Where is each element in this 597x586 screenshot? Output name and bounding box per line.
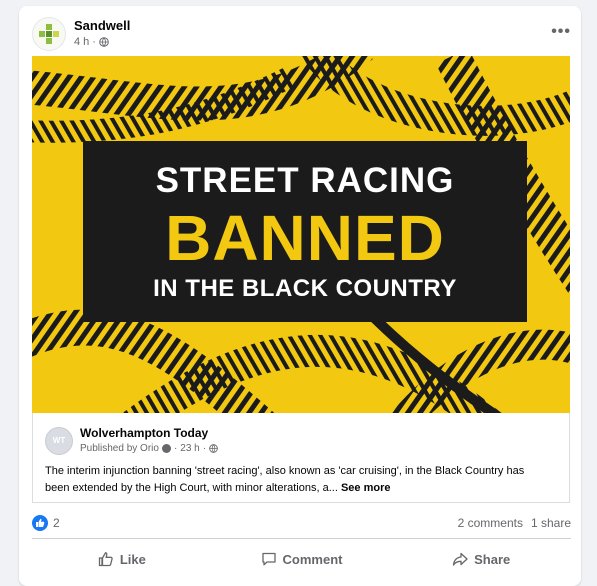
like-label: Like xyxy=(119,551,146,567)
share-button[interactable]: Share xyxy=(391,544,571,574)
share-label: Share xyxy=(474,551,511,567)
sandwell-logo-icon xyxy=(39,24,59,44)
published-by: Published by Orio xyxy=(80,443,159,454)
stats-right: 2 comments 1 share xyxy=(458,516,571,530)
share-icon xyxy=(452,552,468,566)
source-avatar[interactable]: WT xyxy=(45,427,73,455)
headline-line-1: STREET RACING xyxy=(155,161,455,200)
action-bar: Like Comment Share xyxy=(32,544,571,574)
like-button[interactable]: Like xyxy=(32,544,212,574)
like-reaction-icon[interactable] xyxy=(32,515,48,531)
meta-separator: · xyxy=(202,443,207,454)
see-more-link[interactable]: See more xyxy=(341,482,391,494)
source-meta: Published by Orio · 23 h · xyxy=(80,443,218,454)
shared-link-card[interactable]: WT Wolverhampton Today Published by Orio… xyxy=(32,413,570,503)
info-icon xyxy=(161,444,171,453)
headline-line-3: IN THE BLACK COUNTRY xyxy=(153,275,457,302)
link-description: The interim injunction banning 'street r… xyxy=(45,463,545,497)
post-header: Sandwell 4 h · ••• xyxy=(32,17,571,57)
globe-icon xyxy=(209,444,218,453)
meta-separator: · xyxy=(92,36,96,48)
source-name[interactable]: Wolverhampton Today xyxy=(80,426,208,440)
headline-line-2: BANNED xyxy=(165,202,445,274)
post-image[interactable]: STREET RACING BANNED IN THE BLACK COUNTR… xyxy=(32,56,570,413)
page-name[interactable]: Sandwell xyxy=(74,18,130,33)
comment-label: Comment xyxy=(282,551,343,567)
post-time[interactable]: 4 h xyxy=(74,36,89,48)
engagement-stats: 2 2 comments 1 share xyxy=(32,514,571,532)
meta-separator: · xyxy=(173,443,178,454)
globe-icon xyxy=(99,37,109,47)
comment-button[interactable]: Comment xyxy=(212,544,392,574)
actions-divider xyxy=(32,538,571,539)
comment-icon xyxy=(261,552,276,566)
page-avatar[interactable] xyxy=(32,17,66,51)
comments-count[interactable]: 2 comments xyxy=(458,516,523,530)
reaction-count[interactable]: 2 xyxy=(53,516,60,530)
shares-count[interactable]: 1 share xyxy=(531,516,571,530)
link-text: The interim injunction banning 'street r… xyxy=(45,465,525,494)
more-options-icon[interactable]: ••• xyxy=(551,23,571,41)
thumbs-up-icon xyxy=(98,552,113,567)
thumbs-up-icon xyxy=(36,518,45,527)
source-time[interactable]: 23 h xyxy=(180,443,199,454)
post-meta: 4 h · xyxy=(74,36,109,48)
post-card: Sandwell 4 h · ••• STREET RACING BANNED … xyxy=(19,6,581,586)
headline-banner: STREET RACING BANNED IN THE BLACK COUNTR… xyxy=(83,141,527,322)
